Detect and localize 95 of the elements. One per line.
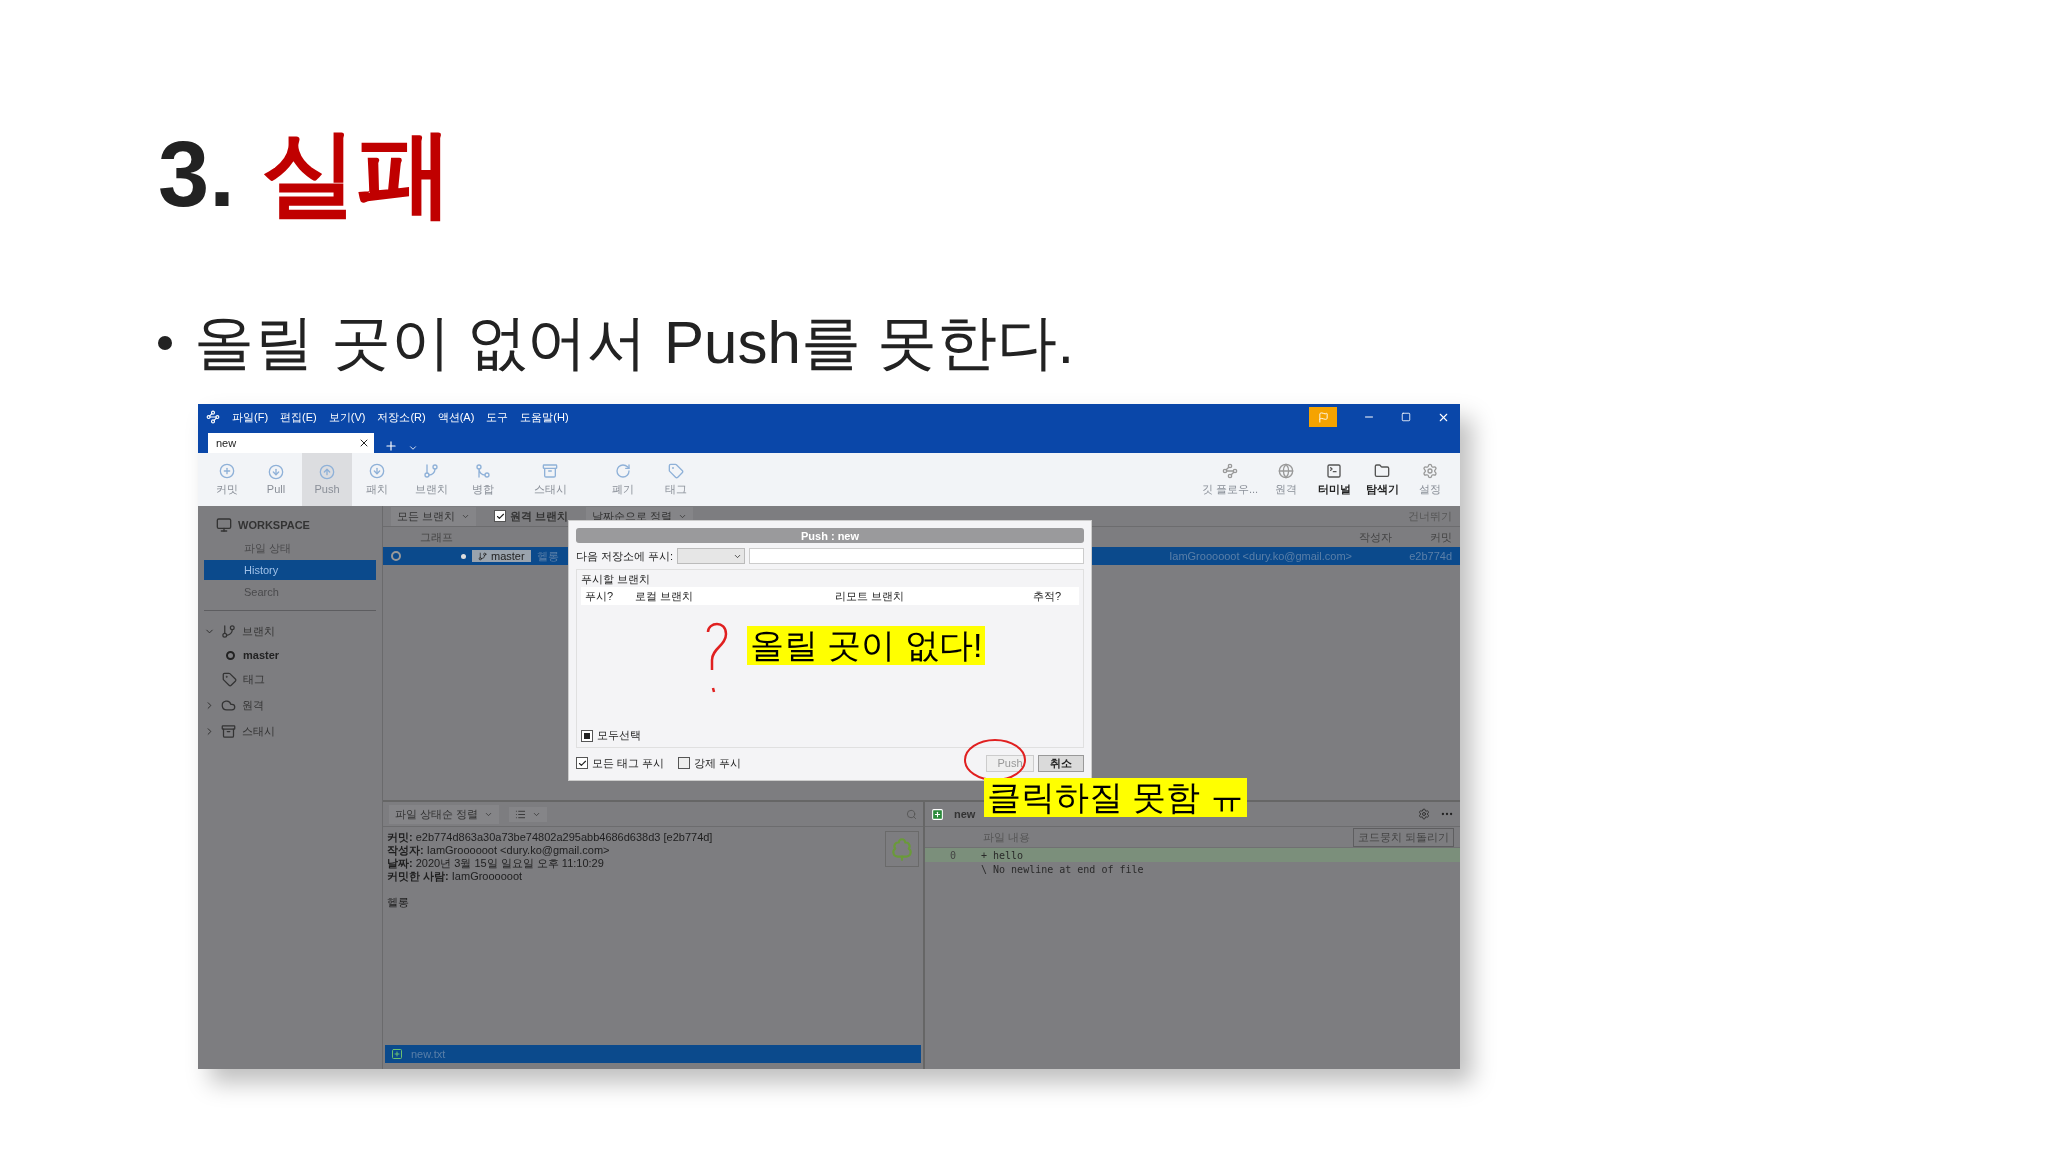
menu-item[interactable]: 도구 — [486, 409, 509, 425]
plus-circle-icon — [219, 462, 235, 479]
caret-icon[interactable] — [408, 443, 418, 453]
refresh-icon — [615, 462, 631, 479]
app-logo-icon — [206, 410, 220, 424]
commit-cell: e2b774d — [1409, 550, 1452, 562]
sidebar-section[interactable]: 태그 — [243, 671, 265, 687]
workspace-heading: WORKSPACE — [238, 519, 310, 531]
close-tab-icon[interactable] — [358, 437, 370, 449]
flag-icon — [1317, 411, 1329, 423]
checkbox-label: 강제 푸시 — [694, 755, 742, 771]
list-view-button[interactable] — [509, 806, 548, 822]
branch-item[interactable]: master — [243, 649, 280, 661]
column-header: 추적? — [1033, 588, 1063, 604]
commit-message: 헬롱 — [536, 548, 559, 564]
file-row[interactable]: new.txt — [385, 1045, 921, 1063]
section-icon — [221, 723, 236, 739]
commit-info-line: 커밋: e2b774d863a30a73be74802a295abb4686d638d3 [e2b774d] — [387, 831, 714, 844]
graph-node-icon — [391, 551, 401, 561]
merge-icon — [475, 462, 491, 479]
checkbox[interactable] — [581, 729, 593, 742]
check-icon — [577, 758, 587, 768]
dialog-button[interactable]: 취소 — [1038, 754, 1084, 772]
file-name: new — [954, 808, 976, 820]
annotation-note: 올릴 곳이 없다! — [747, 626, 986, 666]
menu-item[interactable]: 편집(E) — [280, 409, 317, 425]
column-header: 푸시? — [585, 588, 615, 604]
sort-dropdown[interactable]: 파일 상태순 정렬 — [389, 804, 500, 824]
arrow-down-circle-icon — [268, 464, 284, 480]
section-icon — [221, 623, 236, 639]
annotation-note: 클릭하질 못함 ㅠ — [984, 778, 1247, 818]
toolbar-button[interactable]: 탐색기 — [1358, 453, 1406, 506]
menu-item[interactable]: 보기(V) — [328, 409, 366, 425]
group-title: 푸시할 브랜치 — [581, 572, 652, 587]
field-label: 다음 저장소에 푸시: — [576, 548, 674, 564]
commit-info-line: 날짜: 2020년 3월 15일 일요일 오후 11:10:29 — [387, 857, 605, 870]
list-icon — [515, 808, 527, 820]
diff-line: \ No newline at end of file — [980, 862, 1145, 876]
arrow-up-circle-icon — [319, 464, 335, 480]
globe-icon — [1278, 462, 1294, 479]
monitor-icon — [216, 517, 232, 533]
arrow-down-circle-icon — [369, 462, 385, 479]
tag-icon — [668, 462, 684, 479]
sidebar-item[interactable]: History — [204, 560, 376, 580]
checkbox-label: 모두선택 — [597, 728, 641, 743]
column-header: 작성자 — [1359, 529, 1392, 545]
settings-icon — [1422, 462, 1438, 479]
commit-dot-icon — [461, 553, 466, 559]
add-tab-icon[interactable] — [384, 439, 398, 453]
dialog-title: Push : new — [576, 528, 1084, 543]
menu-item[interactable]: 저장소(R) — [377, 409, 426, 425]
box-icon — [542, 462, 558, 479]
terminal-icon — [1326, 462, 1342, 479]
column-header: 로컬 브랜치 — [635, 588, 695, 604]
branch-dot-icon — [226, 650, 235, 660]
avatar-tree-icon — [885, 831, 919, 867]
square-mark-icon — [584, 732, 590, 739]
url-field[interactable] — [749, 548, 1084, 564]
menu-item[interactable]: 도움말(H) — [520, 409, 569, 425]
author-cell-text: IamGroooooot <dury.ko@gmail.com> — [1169, 550, 1353, 562]
commit-info-line: 커밋한 사람: IamGroooooot — [387, 870, 524, 883]
slide-title: 실패 — [260, 118, 453, 228]
bullet-dot — [158, 336, 172, 350]
checkbox[interactable] — [494, 510, 507, 522]
flow-icon — [1222, 462, 1238, 479]
discard-hunk-button[interactable]: 코드뭉치 되돌리기 — [1352, 827, 1454, 847]
checkbox-label: 원격 브랜치 — [510, 508, 569, 524]
section-icon — [222, 671, 237, 687]
column-header: 리모트 브랜치 — [835, 588, 906, 604]
section-icon — [221, 697, 236, 713]
toolbar-button[interactable]: 터미널 — [1310, 453, 1358, 506]
folder-icon — [1374, 462, 1390, 479]
added-file-icon — [391, 1048, 403, 1060]
slide-number: 3. — [158, 122, 235, 227]
branch-icon — [423, 462, 439, 479]
commit-info-line: 작성자: IamGroooooot <dury.ko@gmail.com> — [387, 844, 611, 857]
branch-name: master — [491, 550, 525, 562]
settings-icon[interactable] — [1418, 808, 1430, 820]
branch-filter-dropdown[interactable]: 모든 브랜치 — [391, 506, 477, 526]
menu-item[interactable]: 액션(A) — [437, 409, 475, 425]
sidebar-section[interactable]: 브랜치 — [242, 623, 275, 639]
added-file-icon — [931, 807, 944, 821]
file-name: new.txt — [411, 1048, 446, 1060]
sidebar-section[interactable]: 스태시 — [242, 723, 275, 739]
maximize-icon[interactable] — [1401, 412, 1411, 422]
checkbox-label: 모든 태그 푸시 — [592, 755, 665, 771]
checkbox[interactable] — [576, 757, 588, 769]
menu-item[interactable]: 파일(F) — [232, 409, 269, 425]
sidebar-section[interactable]: 원격 — [242, 697, 264, 713]
check-icon — [495, 511, 505, 521]
commit-message: 헬롱 — [387, 896, 410, 909]
column-header: 커밋 — [1430, 529, 1452, 545]
bullet-text: 올릴 곳이 없어서 Push를 못한다. — [194, 307, 1075, 378]
repo-tab[interactable]: new — [208, 433, 374, 453]
branch-icon — [478, 551, 487, 561]
